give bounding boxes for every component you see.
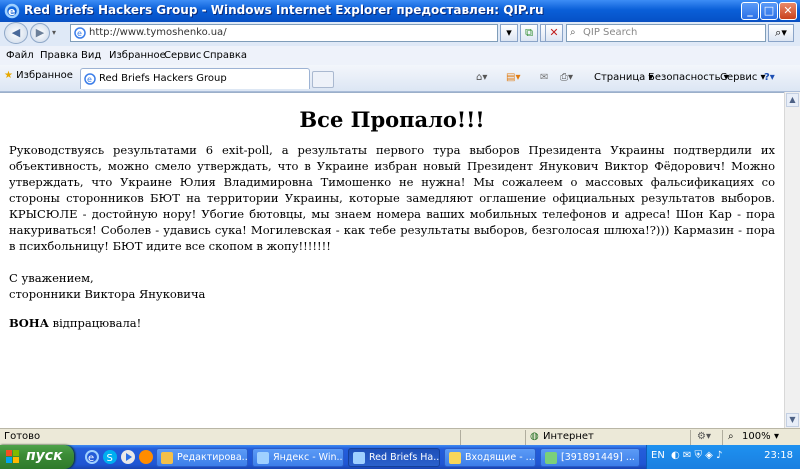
favorites-label: Избранное — [16, 70, 73, 81]
language-indicator[interactable]: EN — [651, 450, 665, 461]
svg-text:S: S — [107, 453, 113, 464]
address-dropdown-button[interactable]: ▾ — [500, 24, 518, 42]
search-icon: ⌕ — [570, 27, 576, 38]
svg-text:e: e — [77, 29, 82, 38]
tab-title: Red Briefs Hackers Group — [99, 73, 227, 84]
scroll-up-button[interactable]: ▲ — [786, 93, 799, 107]
status-divider — [525, 430, 526, 445]
address-toolbar: ◀ ▶ ▾ e http://www.tymoshenko.ua/ ▾ ⧉ ↻ … — [0, 22, 800, 46]
vona-bold: ВОНА — [9, 316, 49, 330]
search-button[interactable]: ⌕▾ — [768, 24, 794, 42]
security-menu[interactable]: Безопасность ▾ — [648, 72, 729, 83]
ie-small-icon — [257, 452, 269, 464]
compatibility-icon[interactable]: ⧉ — [520, 24, 538, 42]
menu-file[interactable]: Файл — [6, 50, 34, 61]
help-icon[interactable]: ?▾ — [764, 72, 775, 83]
history-dropdown-icon[interactable]: ▾ — [52, 28, 56, 37]
page-paragraph: Руководствуясь результатами 6 exit-poll,… — [9, 143, 775, 253]
vona-rest: відпрацювала! — [48, 316, 142, 330]
folder-icon — [161, 452, 173, 464]
system-tray: EN ◐ ✉ ⛨ ◈ ♪ 23:18 — [646, 445, 800, 469]
ie-quicklaunch-icon[interactable]: e — [84, 449, 100, 465]
chat-small-icon — [545, 452, 557, 464]
feeds-icon[interactable]: ▤▾ — [506, 72, 520, 83]
status-divider — [460, 430, 461, 445]
signature-line-2: сторонники Виктора Януковича — [9, 287, 206, 301]
forward-button[interactable]: ▶ — [30, 23, 50, 43]
home-icon[interactable]: ⌂▾ — [476, 72, 487, 83]
address-field[interactable]: e http://www.tymoshenko.ua/ — [70, 24, 498, 42]
start-label: пуск — [26, 448, 63, 464]
ie-small-icon — [353, 452, 365, 464]
globe-icon: ◍ — [530, 431, 539, 442]
vertical-scrollbar[interactable]: ▲ ▼ — [784, 92, 800, 428]
page-content: Все Пропало!!! Руководствуясь результата… — [0, 92, 784, 429]
scroll-down-button[interactable]: ▼ — [786, 413, 799, 427]
taskbar: пуск e S Редактирова... Яндекс - Win... … — [0, 445, 800, 469]
search-input[interactable]: ⌕ QIP Search — [566, 24, 766, 42]
protected-mode-icon[interactable]: ⚙▾ — [697, 431, 711, 442]
clock: 23:18 — [764, 450, 793, 461]
search-placeholder: QIP Search — [583, 27, 638, 38]
menu-favorites[interactable]: Избранное — [109, 50, 166, 61]
svg-text:e: e — [8, 5, 15, 18]
tab-page-icon: e — [84, 73, 96, 85]
page-heading: Все Пропало!!! — [299, 107, 485, 132]
close-button[interactable]: ✕ — [779, 2, 797, 20]
vona-line: ВОНА відпрацювала! — [9, 316, 775, 330]
url-text: http://www.tymoshenko.ua/ — [89, 27, 227, 38]
taskbar-button-4[interactable]: Входящие - ... — [444, 448, 536, 467]
print-icon[interactable]: ⎙▾ — [560, 72, 573, 83]
menu-view[interactable]: Вид — [81, 50, 101, 61]
signature-block: С уважением, сторонники Виктора Янукович… — [9, 270, 775, 302]
page-icon: e — [74, 27, 86, 39]
window-title: Red Briefs Hackers Group - Windows Inter… — [24, 3, 544, 17]
taskbar-button-2[interactable]: Яндекс - Win... — [252, 448, 344, 467]
new-tab-button[interactable] — [312, 71, 334, 88]
favorites-button[interactable]: ★ Избранное — [4, 70, 73, 81]
stop-icon[interactable]: ✕ — [545, 24, 563, 42]
start-button[interactable]: пуск — [0, 445, 74, 469]
skype-quicklaunch-icon[interactable]: S — [102, 449, 118, 465]
zoom-icon[interactable]: ⌕ — [728, 431, 734, 442]
signature-line-1: С уважением, — [9, 271, 94, 285]
zone-text: Интернет — [543, 431, 594, 442]
taskbar-button-5[interactable]: [391891449] ... — [540, 448, 640, 467]
ie-icon: e — [4, 3, 20, 19]
tab-active[interactable]: e Red Briefs Hackers Group — [80, 68, 310, 89]
maximize-button[interactable]: □ — [760, 2, 778, 20]
media-quicklaunch-icon[interactable] — [120, 449, 136, 465]
page-menu[interactable]: Страница ▾ — [594, 72, 653, 83]
menu-help[interactable]: Справка — [203, 50, 247, 61]
taskbar-button-1[interactable]: Редактирова... — [156, 448, 248, 467]
minimize-button[interactable]: _ — [741, 2, 759, 20]
qip-quicklaunch-icon[interactable] — [138, 449, 154, 465]
zoom-dropdown-icon[interactable]: ▾ — [774, 431, 779, 442]
star-icon: ★ — [4, 70, 13, 81]
mail-small-icon — [449, 452, 461, 464]
back-button[interactable]: ◀ — [4, 22, 28, 44]
favorites-bar: ★ Избранное e Red Briefs Hackers Group ⌂… — [0, 65, 800, 92]
menu-tools[interactable]: Сервис — [164, 50, 201, 61]
svg-text:e: e — [87, 75, 92, 84]
window-titlebar: e Red Briefs Hackers Group - Windows Int… — [0, 0, 800, 22]
menu-bar: Файл Правка Вид Избранное Сервис Справка — [0, 46, 800, 66]
status-divider — [722, 430, 723, 445]
status-divider — [690, 430, 691, 445]
tools-menu[interactable]: Сервис ▾ — [720, 72, 766, 83]
mail-icon[interactable]: ✉ — [540, 72, 548, 83]
zoom-level[interactable]: 100% — [742, 431, 771, 442]
taskbar-button-3[interactable]: Red Briefs Ha... — [348, 448, 440, 467]
svg-text:e: e — [88, 453, 94, 464]
status-bar: Готово ◍ Интернет ⚙▾ ⌕ 100% ▾ — [0, 428, 800, 446]
menu-edit[interactable]: Правка — [40, 50, 78, 61]
status-text: Готово — [4, 431, 41, 442]
windows-flag-icon — [6, 450, 19, 463]
tray-icons[interactable]: ◐ ✉ ⛨ ◈ ♪ — [671, 450, 722, 461]
